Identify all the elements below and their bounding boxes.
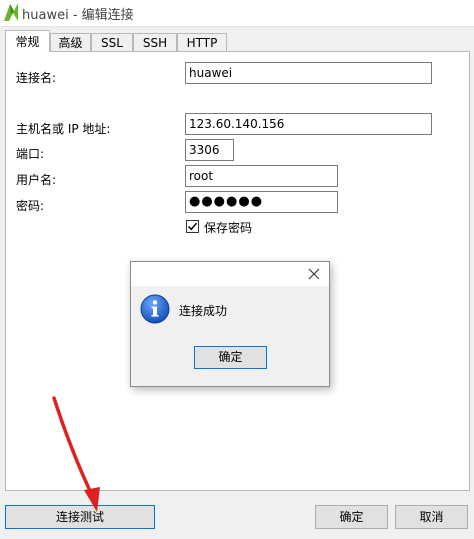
tab-advanced[interactable]: 高级	[50, 33, 91, 51]
username-input[interactable]: root	[185, 165, 338, 187]
port-input[interactable]: 3306	[185, 139, 234, 161]
host-input[interactable]: 123.60.140.156	[185, 113, 432, 135]
password-label: 密码:	[16, 199, 45, 213]
navicat-logo-icon	[4, 3, 18, 21]
connection-name-label: 连接名:	[16, 71, 57, 85]
dialog-titlebar	[131, 262, 329, 286]
tab-strip: 常规 高级 SSL SSH HTTP	[0, 30, 474, 52]
dialog-ok-button[interactable]: 确定	[194, 346, 267, 369]
info-icon	[140, 294, 170, 324]
username-label: 用户名:	[16, 173, 57, 187]
tab-ssl[interactable]: SSL	[91, 33, 133, 51]
window-titlebar: huawei - 编辑连接	[0, 0, 474, 27]
dialog-message: 连接成功	[179, 304, 228, 318]
tab-ssh[interactable]: SSH	[133, 33, 177, 51]
host-label: 主机名或 IP 地址:	[16, 122, 111, 136]
save-password-checkbox[interactable]	[186, 220, 199, 233]
tab-general[interactable]: 常规	[5, 30, 50, 52]
dialog-body: 连接成功 确定	[131, 286, 329, 386]
save-password-label: 保存密码	[204, 221, 253, 235]
window-title: huawei - 编辑连接	[22, 8, 134, 23]
cancel-button[interactable]: 取消	[395, 505, 468, 529]
close-icon[interactable]	[307, 267, 321, 281]
connection-name-input[interactable]: huawei	[185, 62, 432, 84]
checkmark-icon	[187, 222, 198, 231]
tab-http[interactable]: HTTP	[177, 33, 227, 51]
password-input[interactable]: ●●●●●●	[185, 191, 338, 213]
connection-success-dialog: 连接成功 确定	[130, 261, 330, 387]
port-label: 端口:	[16, 147, 45, 161]
test-connection-button[interactable]: 连接测试	[5, 505, 155, 529]
ok-button[interactable]: 确定	[315, 505, 388, 529]
